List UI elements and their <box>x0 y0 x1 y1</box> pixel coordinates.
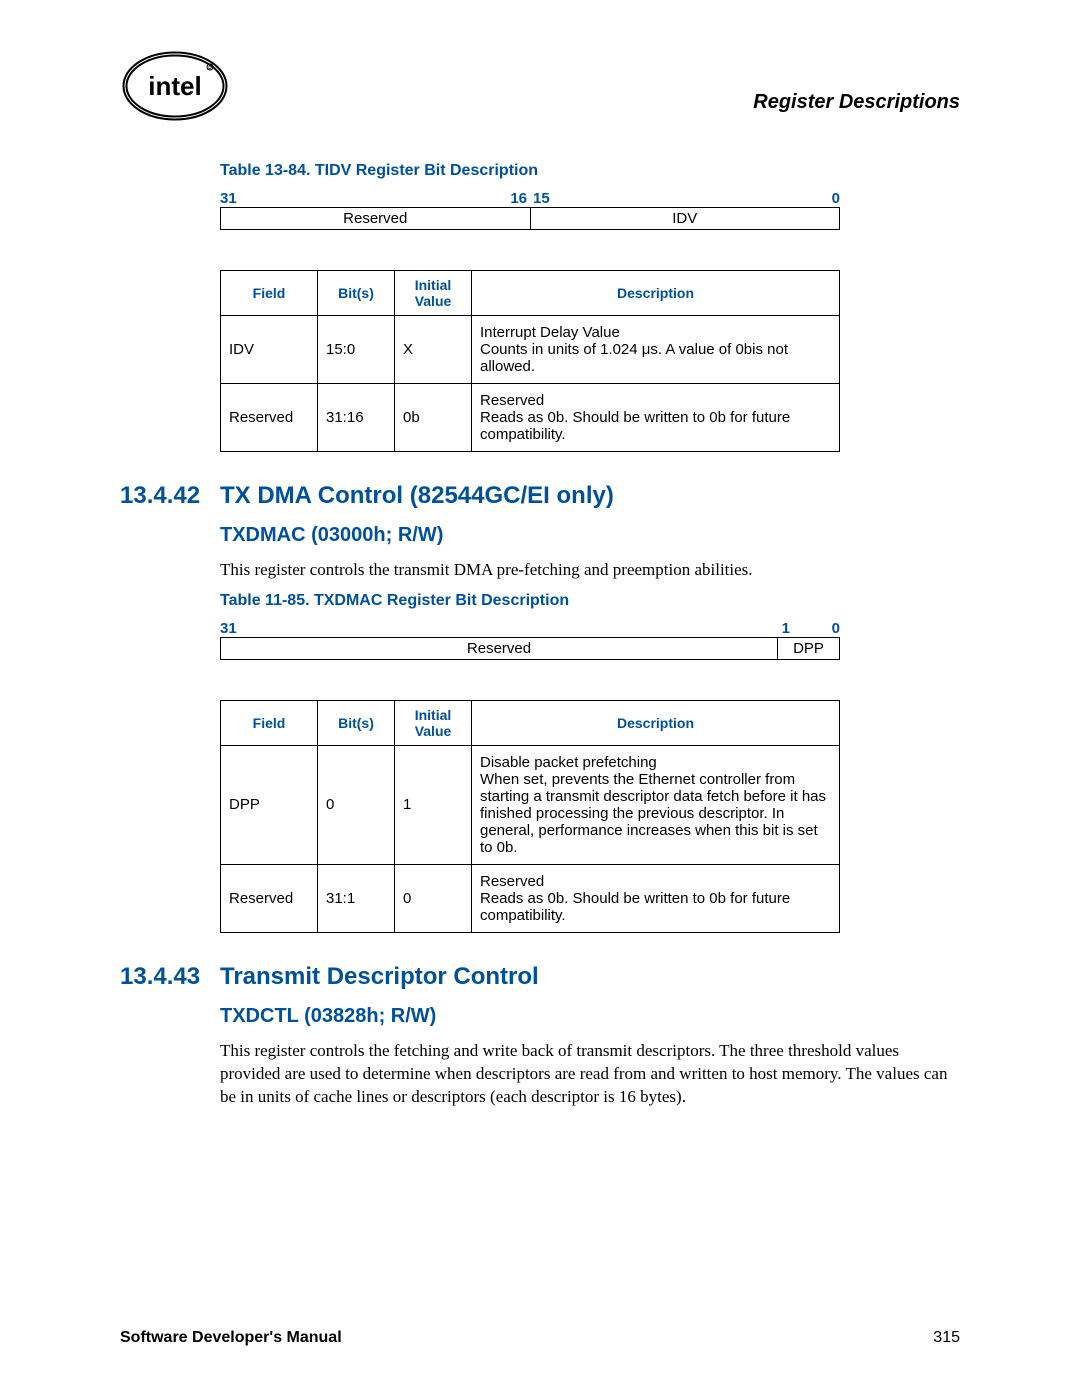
cell-initial: X <box>395 316 472 384</box>
svg-text:intel: intel <box>148 71 201 101</box>
table-84-caption: Table 13-84. TIDV Register Bit Descripti… <box>220 162 960 180</box>
table-84-bitmap: Reserved IDV <box>220 207 840 230</box>
body-text: This register controls the fetching and … <box>220 1040 960 1109</box>
cell-desc: Reserved Reads as 0b. Should be written … <box>472 864 840 932</box>
cell-bits: 15:0 <box>318 316 395 384</box>
content-area: Table 13-84. TIDV Register Bit Descripti… <box>220 162 960 1109</box>
col-initial: Initial Value <box>395 700 472 745</box>
col-desc: Description <box>472 700 840 745</box>
cell-field: Reserved <box>221 384 318 452</box>
header-title: Register Descriptions <box>753 91 960 122</box>
table-85-desc: Field Bit(s) Initial Value Description D… <box>220 700 840 933</box>
bit-label-31: 31 <box>220 620 740 637</box>
table-row: Reserved 31:16 0b Reserved Reads as 0b. … <box>221 384 840 452</box>
table-row: IDV 15:0 X Interrupt Delay Value Counts … <box>221 316 840 384</box>
section-13-4-43: 13.4.43 Transmit Descriptor Control <box>120 963 960 991</box>
table-85-caption: Table 11-85. TXDMAC Register Bit Descrip… <box>220 592 960 610</box>
section-13-4-42: 13.4.42 TX DMA Control (82544GC/EI only) <box>120 482 960 510</box>
bit-label-15: 15 <box>527 190 573 207</box>
section-number: 13.4.43 <box>120 963 220 991</box>
cell-initial: 1 <box>395 745 472 864</box>
page-number: 315 <box>933 1329 960 1347</box>
page-footer: Software Developer's Manual 315 <box>120 1329 960 1347</box>
col-bits: Bit(s) <box>318 700 395 745</box>
bitmap-cell-idv: IDV <box>530 208 840 230</box>
bit-label-1: 1 <box>740 620 790 637</box>
page: intel R Register Descriptions Table 13-8… <box>0 0 1080 1397</box>
intel-logo: intel R <box>120 50 230 122</box>
col-field: Field <box>221 271 318 316</box>
table-85-bit-labels: 31 1 0 <box>220 620 840 637</box>
section-title: TX DMA Control (82544GC/EI only) <box>220 482 614 510</box>
col-initial: Initial Value <box>395 271 472 316</box>
footer-manual-title: Software Developer's Manual <box>120 1329 342 1347</box>
cell-initial: 0b <box>395 384 472 452</box>
col-bits: Bit(s) <box>318 271 395 316</box>
bitmap-cell-dpp: DPP <box>777 637 839 659</box>
cell-bits: 31:16 <box>318 384 395 452</box>
table-84-bit-labels: 31 16 15 0 <box>220 190 840 207</box>
section-number: 13.4.42 <box>120 482 220 510</box>
cell-bits: 31:1 <box>318 864 395 932</box>
cell-desc: Disable packet prefetching When set, pre… <box>472 745 840 864</box>
body-text: This register controls the transmit DMA … <box>220 559 960 582</box>
table-85-bitmap: Reserved DPP <box>220 637 840 660</box>
cell-desc: Interrupt Delay Value Counts in units of… <box>472 316 840 384</box>
col-field: Field <box>221 700 318 745</box>
cell-field: Reserved <box>221 864 318 932</box>
table-row: Reserved 31:1 0 Reserved Reads as 0b. Sh… <box>221 864 840 932</box>
cell-desc: Reserved Reads as 0b. Should be written … <box>472 384 840 452</box>
bitmap-cell-reserved: Reserved <box>221 208 531 230</box>
table-84-desc: Field Bit(s) Initial Value Description I… <box>220 270 840 452</box>
bit-label-16: 16 <box>487 190 527 207</box>
cell-field: DPP <box>221 745 318 864</box>
bit-label-0: 0 <box>790 620 840 637</box>
svg-text:R: R <box>208 66 212 72</box>
cell-initial: 0 <box>395 864 472 932</box>
register-subheading-txdmac: TXDMAC (03000h; R/W) <box>220 524 960 547</box>
cell-bits: 0 <box>318 745 395 864</box>
col-desc: Description <box>472 271 840 316</box>
bit-label-31: 31 <box>220 190 487 207</box>
cell-field: IDV <box>221 316 318 384</box>
bitmap-cell-reserved: Reserved <box>221 637 778 659</box>
register-subheading-txdctl: TXDCTL (03828h; R/W) <box>220 1005 960 1028</box>
section-title: Transmit Descriptor Control <box>220 963 539 991</box>
bit-label-0: 0 <box>573 190 840 207</box>
page-header: intel R Register Descriptions <box>120 50 960 122</box>
table-row: DPP 0 1 Disable packet prefetching When … <box>221 745 840 864</box>
